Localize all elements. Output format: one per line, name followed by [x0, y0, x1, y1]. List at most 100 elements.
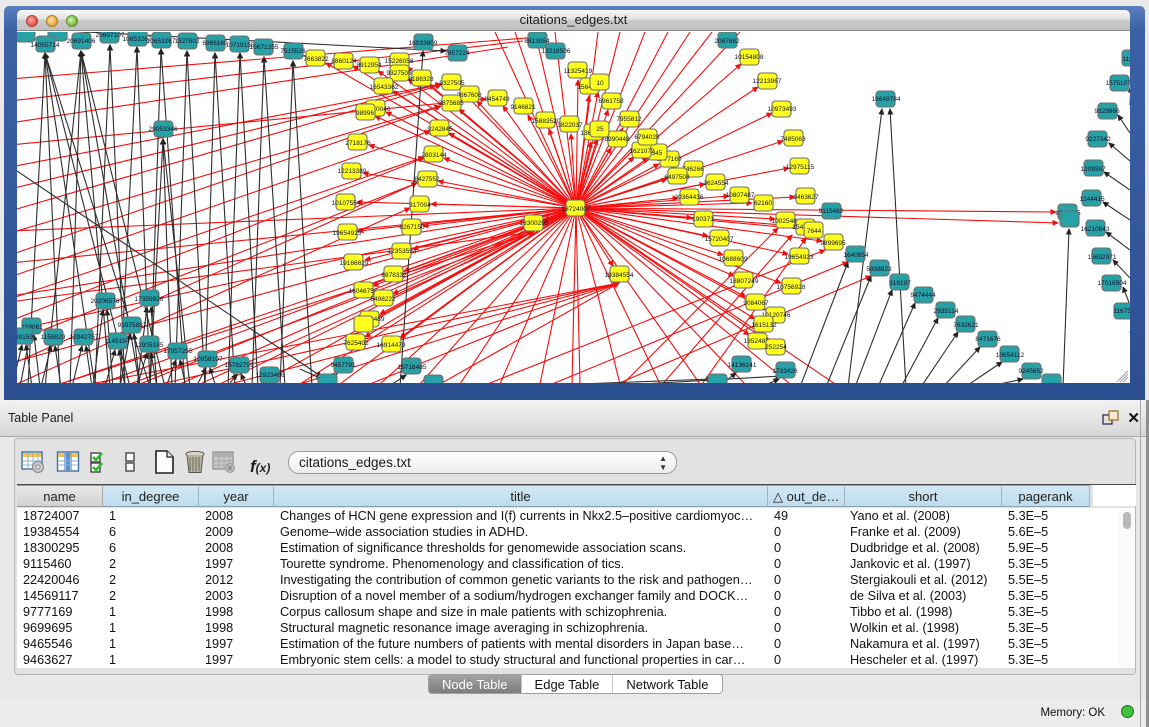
svg-text:12923466: 12923466 — [256, 372, 285, 379]
svg-text:62160: 62160 — [754, 200, 772, 207]
svg-text:29053346: 29053346 — [149, 126, 178, 133]
svg-text:252254: 252254 — [765, 344, 787, 351]
svg-text:19166829: 19166829 — [340, 260, 369, 267]
svg-text:6794028: 6794028 — [634, 134, 660, 141]
svg-text:919197: 919197 — [889, 280, 911, 287]
svg-text:9245652: 9245652 — [1018, 368, 1044, 375]
svg-text:16543362: 16543362 — [370, 84, 399, 91]
svg-text:12213967: 12213967 — [753, 78, 782, 85]
svg-text:19384554: 19384554 — [605, 272, 634, 279]
svg-text:1209387: 1209387 — [1080, 166, 1106, 173]
svg-text:9474444: 9474444 — [910, 292, 936, 299]
svg-text:1733426: 1733426 — [772, 368, 798, 375]
svg-text:16914479: 16914479 — [377, 342, 406, 349]
svg-text:7625402: 7625402 — [343, 340, 369, 347]
svg-text:1640954: 1640954 — [843, 252, 869, 259]
svg-text:10756928: 10756928 — [777, 284, 806, 291]
svg-text:15692971: 15692971 — [1088, 254, 1117, 261]
svg-text:1244415: 1244415 — [1079, 196, 1105, 203]
svg-text:3624554: 3624554 — [703, 180, 729, 187]
svg-text:15751074: 15751074 — [1106, 80, 1130, 87]
svg-text:8860124: 8860124 — [331, 58, 357, 65]
svg-text:8912954: 8912954 — [356, 62, 382, 69]
svg-text:15716485: 15716485 — [398, 364, 427, 371]
svg-text:20206576: 20206576 — [91, 298, 120, 305]
svg-text:15720407: 15720407 — [705, 236, 734, 243]
svg-text:20364436: 20364436 — [675, 194, 704, 201]
svg-text:1621072: 1621072 — [629, 148, 655, 155]
svg-text:9463627: 9463627 — [793, 194, 819, 201]
svg-text:6497508: 6497508 — [664, 174, 690, 181]
svg-text:7857224: 7857224 — [444, 50, 470, 57]
svg-text:12353594: 12353594 — [388, 248, 417, 255]
svg-text:1145194: 1145194 — [105, 338, 130, 345]
svg-text:7515526: 7515526 — [280, 48, 306, 55]
svg-text:18300295: 18300295 — [520, 220, 549, 227]
svg-text:14055714: 14055714 — [31, 42, 60, 49]
svg-text:8267150: 8267150 — [399, 224, 425, 231]
svg-text:25: 25 — [596, 126, 604, 133]
svg-text:2087682: 2087682 — [714, 38, 740, 45]
svg-text:10958107: 10958107 — [194, 356, 223, 363]
svg-text:17016504: 17016504 — [1098, 280, 1127, 287]
svg-text:10688609: 10688609 — [719, 256, 748, 263]
svg-text:7955812: 7955812 — [616, 116, 642, 123]
svg-text:12213389: 12213389 — [338, 168, 367, 175]
svg-text:7632621: 7632621 — [953, 322, 979, 329]
svg-text:12975115: 12975115 — [786, 164, 815, 171]
svg-text:19654923: 19654923 — [785, 254, 814, 261]
svg-text:10653267: 10653267 — [147, 38, 176, 45]
svg-text:1527602: 1527602 — [174, 38, 200, 45]
svg-text:1156829: 1156829 — [41, 334, 66, 341]
svg-text:11175: 11175 — [1122, 56, 1130, 63]
svg-text:8454749: 8454749 — [484, 96, 510, 103]
svg-text:116753: 116753 — [1113, 308, 1130, 315]
svg-text:317004: 317004 — [409, 202, 431, 209]
svg-text:17359926: 17359926 — [135, 296, 164, 303]
svg-text:6961758: 6961758 — [598, 98, 624, 105]
svg-text:2718176: 2718176 — [345, 140, 371, 147]
svg-text:12905185: 12905185 — [135, 342, 164, 349]
svg-text:2803144: 2803144 — [421, 152, 447, 159]
svg-text:7663822: 7663822 — [303, 56, 329, 63]
svg-text:8471676: 8471676 — [975, 336, 1001, 343]
svg-text:16046756: 16046756 — [349, 288, 378, 295]
svg-text:9242845: 9242845 — [427, 126, 453, 133]
svg-text:9146821: 9146821 — [510, 104, 536, 111]
svg-text:3822037: 3822037 — [557, 122, 583, 129]
svg-text:10154808: 10154808 — [735, 54, 764, 61]
svg-text:16210643: 16210643 — [1081, 226, 1110, 233]
svg-text:16648784: 16648784 — [872, 96, 901, 103]
svg-text:19654925: 19654925 — [333, 230, 362, 237]
svg-text:5498222: 5498222 — [370, 296, 396, 303]
svg-text:20697107: 20697107 — [96, 32, 125, 39]
svg-text:7644: 7644 — [807, 228, 822, 235]
svg-text:93975887: 93975887 — [118, 322, 147, 329]
svg-text:10654112: 10654112 — [996, 352, 1025, 359]
svg-text:20691406: 20691406 — [67, 38, 96, 45]
svg-text:11325419: 11325419 — [564, 68, 593, 75]
svg-text:17957255: 17957255 — [164, 348, 193, 355]
svg-text:9899695: 9899695 — [820, 240, 846, 247]
svg-text:16782759: 16782759 — [225, 362, 254, 369]
svg-text:1615132: 1615132 — [751, 322, 777, 329]
svg-text:8878332: 8878332 — [381, 272, 407, 279]
svg-text:3875685: 3875685 — [438, 100, 464, 107]
svg-text:9329966: 9329966 — [1094, 108, 1120, 115]
svg-text:8990448: 8990448 — [604, 136, 630, 143]
svg-text:19218506: 19218506 — [542, 48, 571, 55]
svg-text:10973493: 10973493 — [768, 106, 797, 113]
svg-text:9084067: 9084067 — [743, 300, 769, 307]
svg-text:190371: 190371 — [692, 216, 714, 223]
svg-text:18807249: 18807249 — [730, 278, 759, 285]
svg-text:15226058: 15226058 — [385, 58, 414, 65]
svg-text:2935114: 2935114 — [934, 308, 959, 315]
svg-text:7485063: 7485063 — [780, 136, 806, 143]
svg-text:6966160: 6966160 — [202, 40, 228, 47]
svg-text:16033809: 16033809 — [409, 40, 438, 47]
svg-text:9115460: 9115460 — [819, 208, 844, 215]
svg-text:12942757: 12942757 — [70, 334, 99, 341]
svg-text:10107554: 10107554 — [332, 200, 361, 207]
svg-text:5938923: 5938923 — [866, 266, 892, 273]
svg-text:9227342: 9227342 — [1085, 136, 1111, 143]
